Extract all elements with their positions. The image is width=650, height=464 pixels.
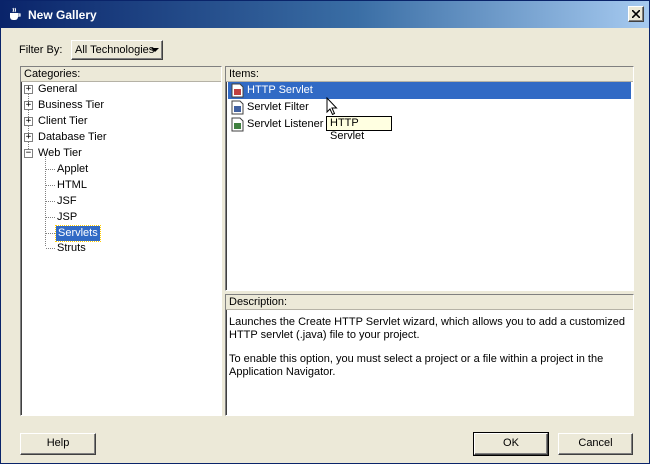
description-text: Launches the Create HTTP Servlet wizard,… xyxy=(229,316,625,390)
tree-item-label: HTML xyxy=(57,179,87,191)
title-bar[interactable]: New Gallery xyxy=(1,1,649,28)
item-label: Servlet Filter xyxy=(247,101,309,113)
items-panel: Items: HTTP Servlet Servlet Filter Servl… xyxy=(225,66,634,291)
window-title: New Gallery xyxy=(28,8,97,22)
chevron-down-icon xyxy=(151,48,159,52)
close-button[interactable] xyxy=(628,6,644,22)
tree-item-servlets[interactable]: Servlets xyxy=(55,225,101,242)
item-label: HTTP Servlet xyxy=(247,84,313,96)
tree-item-html[interactable]: HTML xyxy=(57,178,87,193)
tree-item-jsf[interactable]: JSF xyxy=(57,194,77,209)
categories-header: Categories: xyxy=(21,67,221,82)
tree-item-label: Applet xyxy=(57,163,89,175)
tree-item-applet[interactable]: Applet xyxy=(57,162,88,177)
tree-item-label: JSF xyxy=(57,195,77,207)
tree-item-label: Servlets xyxy=(58,227,98,239)
tree-item-label: Struts xyxy=(57,242,86,254)
description-paragraph: To enable this option, you must select a… xyxy=(229,353,604,378)
tooltip: HTTP Servlet xyxy=(326,116,392,142)
tree-branch xyxy=(46,217,55,218)
collapse-icon[interactable]: − xyxy=(24,149,33,158)
filter-by-label: Filter By: xyxy=(19,44,63,56)
tree-item-label: Database Tier xyxy=(38,131,107,143)
new-gallery-dialog: New Gallery Filter By: All Technologies … xyxy=(0,0,650,464)
expand-icon[interactable]: + xyxy=(24,117,33,126)
filter-file-icon xyxy=(231,100,244,115)
tree-item-label: JSP xyxy=(57,211,78,223)
listener-file-icon xyxy=(231,117,244,132)
filter-value: All Technologies xyxy=(75,44,155,56)
mouse-pointer-icon xyxy=(326,97,338,116)
tree-item-label: General xyxy=(38,83,78,95)
description-paragraph: Launches the Create HTTP Servlet wizard,… xyxy=(229,316,625,341)
tree-branch xyxy=(46,169,55,170)
tree-branch xyxy=(46,233,55,234)
tree-branch xyxy=(46,185,55,186)
item-servlet-listener[interactable]: Servlet Listener xyxy=(228,116,631,133)
categories-panel: Categories: + General + Business Tier + … xyxy=(20,66,222,416)
coffee-cup-icon xyxy=(10,7,21,20)
expand-icon[interactable]: + xyxy=(24,133,33,142)
tree-item-jsp[interactable]: JSP xyxy=(57,210,77,225)
filter-by-dropdown[interactable]: All Technologies xyxy=(71,40,163,60)
description-header: Description: xyxy=(226,295,633,310)
item-servlet-filter[interactable]: Servlet Filter xyxy=(228,99,631,116)
close-icon xyxy=(632,10,640,18)
item-label: Servlet Listener xyxy=(247,118,324,130)
ok-button[interactable]: OK xyxy=(473,432,549,456)
servlet-file-icon xyxy=(231,83,244,98)
tree-branch xyxy=(46,201,55,202)
expand-icon[interactable]: + xyxy=(24,85,33,94)
tree-item-label: Business Tier xyxy=(38,99,105,111)
cancel-button[interactable]: Cancel xyxy=(558,433,633,455)
item-http-servlet[interactable]: HTTP Servlet xyxy=(228,82,631,99)
tree-item-label: Web Tier xyxy=(38,147,82,159)
tree-branch xyxy=(46,248,55,249)
expand-icon[interactable]: + xyxy=(24,101,33,110)
help-button[interactable]: Help xyxy=(20,433,96,455)
description-panel: Description: Launches the Create HTTP Se… xyxy=(225,294,634,416)
tree-item-struts[interactable]: Struts xyxy=(57,241,86,256)
tree-item-label: Client Tier xyxy=(38,115,88,127)
items-header: Items: xyxy=(226,67,633,82)
